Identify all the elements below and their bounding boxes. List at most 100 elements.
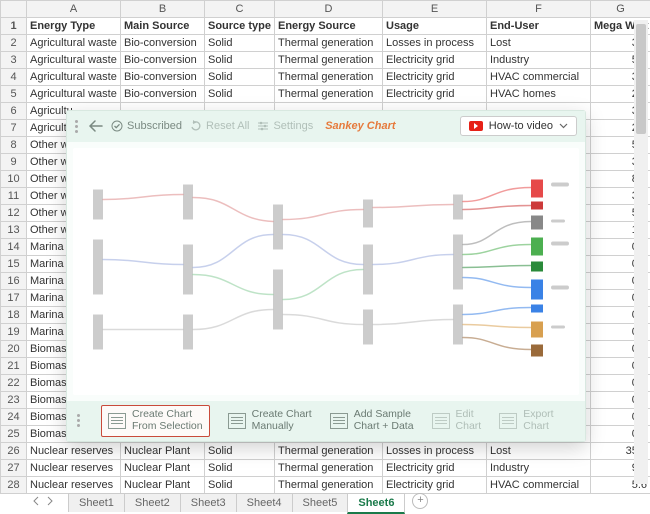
- create-chart-manually-button[interactable]: Create ChartManually: [228, 409, 312, 432]
- cell[interactable]: HVAC commercial: [487, 477, 591, 494]
- cell[interactable]: Solid: [205, 86, 275, 103]
- sheet-tab[interactable]: Sheet6: [347, 493, 405, 514]
- row-header[interactable]: 4: [1, 69, 27, 86]
- table-row[interactable]: 5Agricultural wasteBio-conversionSolidTh…: [1, 86, 650, 103]
- cell[interactable]: Electricity grid: [383, 69, 487, 86]
- scrollbar-thumb[interactable]: [636, 24, 646, 134]
- cell[interactable]: Electricity grid: [383, 86, 487, 103]
- drag-handle-icon[interactable]: [77, 414, 83, 427]
- row-header[interactable]: 23: [1, 392, 27, 409]
- col-header-D[interactable]: D: [275, 1, 383, 18]
- howto-video-button[interactable]: How-to video: [460, 116, 577, 136]
- row-header[interactable]: 15: [1, 256, 27, 273]
- sheet-nav-buttons[interactable]: [28, 496, 68, 509]
- select-all-corner[interactable]: [1, 1, 27, 18]
- table-row[interactable]: 1Energy TypeMain SourceSource typeEnergy…: [1, 18, 650, 35]
- cell[interactable]: Thermal generation: [275, 443, 383, 460]
- export-chart-button[interactable]: ExportChart: [499, 409, 553, 432]
- cell[interactable]: Agricultural waste: [27, 69, 121, 86]
- cell[interactable]: Industry: [487, 460, 591, 477]
- row-header[interactable]: 10: [1, 171, 27, 188]
- subscribed-button[interactable]: Subscribed: [111, 120, 182, 132]
- row-header[interactable]: 19: [1, 324, 27, 341]
- chevron-left-icon[interactable]: [32, 496, 40, 506]
- table-row[interactable]: 26Nuclear reservesNuclear PlantSolidTher…: [1, 443, 650, 460]
- cell[interactable]: Thermal generation: [275, 52, 383, 69]
- edit-chart-button[interactable]: EditChart: [432, 409, 482, 432]
- cell[interactable]: Lost: [487, 443, 591, 460]
- add-sample-chart-button[interactable]: Add SampleChart + Data: [330, 409, 414, 432]
- back-button[interactable]: [89, 120, 103, 132]
- row-header[interactable]: 1: [1, 18, 27, 35]
- row-header[interactable]: 6: [1, 103, 27, 120]
- row-header[interactable]: 13: [1, 222, 27, 239]
- cell[interactable]: Bio-conversion: [121, 35, 205, 52]
- table-row[interactable]: 2Agricultural wasteBio-conversionSolidTh…: [1, 35, 650, 52]
- cell[interactable]: Losses in process: [383, 35, 487, 52]
- cell[interactable]: Thermal generation: [275, 69, 383, 86]
- row-header[interactable]: 18: [1, 307, 27, 324]
- row-header[interactable]: 2: [1, 35, 27, 52]
- row-header[interactable]: 5: [1, 86, 27, 103]
- cell[interactable]: Bio-conversion: [121, 52, 205, 69]
- add-sheet-button[interactable]: +: [412, 493, 428, 509]
- cell[interactable]: Solid: [205, 35, 275, 52]
- vertical-scrollbar[interactable]: [634, 20, 648, 484]
- row-header[interactable]: 3: [1, 52, 27, 69]
- cell[interactable]: End-User: [487, 18, 591, 35]
- cell[interactable]: HVAC homes: [487, 86, 591, 103]
- sheet-tab[interactable]: Sheet3: [180, 493, 237, 512]
- reset-all-button[interactable]: Reset All: [190, 120, 249, 132]
- cell[interactable]: Thermal generation: [275, 460, 383, 477]
- row-header[interactable]: 8: [1, 137, 27, 154]
- sheet-tab[interactable]: Sheet5: [292, 493, 349, 512]
- cell[interactable]: Thermal generation: [275, 86, 383, 103]
- col-header-C[interactable]: C: [205, 1, 275, 18]
- cell[interactable]: Usage: [383, 18, 487, 35]
- col-header-A[interactable]: A: [27, 1, 121, 18]
- table-row[interactable]: 3Agricultural wasteBio-conversionSolidTh…: [1, 52, 650, 69]
- row-header[interactable]: 24: [1, 409, 27, 426]
- cell[interactable]: Nuclear Plant: [121, 443, 205, 460]
- cell[interactable]: Nuclear reserves: [27, 443, 121, 460]
- cell[interactable]: Solid: [205, 69, 275, 86]
- cell[interactable]: Nuclear reserves: [27, 460, 121, 477]
- cell[interactable]: Bio-conversion: [121, 69, 205, 86]
- row-header[interactable]: 12: [1, 205, 27, 222]
- cell[interactable]: HVAC commercial: [487, 69, 591, 86]
- row-header[interactable]: 20: [1, 341, 27, 358]
- cell[interactable]: Thermal generation: [275, 35, 383, 52]
- cell[interactable]: Electricity grid: [383, 460, 487, 477]
- cell[interactable]: Agricultural waste: [27, 86, 121, 103]
- chevron-right-icon[interactable]: [46, 496, 54, 506]
- table-row[interactable]: 27Nuclear reservesNuclear PlantSolidTher…: [1, 460, 650, 477]
- cell[interactable]: Bio-conversion: [121, 86, 205, 103]
- cell[interactable]: Energy Type: [27, 18, 121, 35]
- cell[interactable]: Source type: [205, 18, 275, 35]
- col-header-F[interactable]: F: [487, 1, 591, 18]
- sheet-tab[interactable]: Sheet2: [124, 493, 181, 512]
- cell[interactable]: Main Source: [121, 18, 205, 35]
- table-row[interactable]: 4Agricultural wasteBio-conversionSolidTh…: [1, 69, 650, 86]
- row-header[interactable]: 25: [1, 426, 27, 443]
- cell[interactable]: Solid: [205, 460, 275, 477]
- cell[interactable]: Solid: [205, 52, 275, 69]
- cell[interactable]: Nuclear Plant: [121, 460, 205, 477]
- create-chart-from-selection-button[interactable]: Create ChartFrom Selection: [101, 405, 210, 436]
- row-header[interactable]: 11: [1, 188, 27, 205]
- cell[interactable]: Lost: [487, 35, 591, 52]
- col-header-B[interactable]: B: [121, 1, 205, 18]
- row-header[interactable]: 9: [1, 154, 27, 171]
- drag-handle-icon[interactable]: [75, 120, 81, 133]
- chart-addin-panel[interactable]: Subscribed Reset All Settings Sankey Cha…: [66, 110, 586, 442]
- row-header[interactable]: 7: [1, 120, 27, 137]
- cell[interactable]: Electricity grid: [383, 52, 487, 69]
- cell[interactable]: Agricultural waste: [27, 52, 121, 69]
- row-header[interactable]: 17: [1, 290, 27, 307]
- settings-button[interactable]: Settings: [257, 120, 313, 132]
- cell[interactable]: Solid: [205, 443, 275, 460]
- cell[interactable]: Agricultural waste: [27, 35, 121, 52]
- row-header[interactable]: 27: [1, 460, 27, 477]
- col-header-G[interactable]: G: [591, 1, 650, 18]
- column-header-row[interactable]: A B C D E F G: [1, 1, 650, 18]
